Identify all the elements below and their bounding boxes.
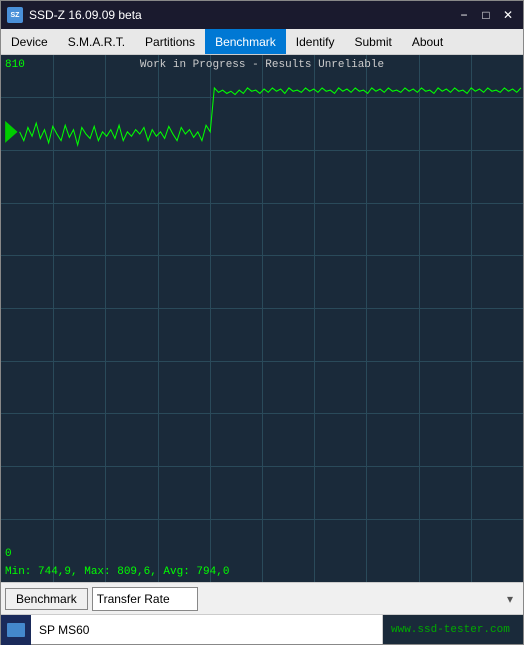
benchmark-button[interactable]: Benchmark <box>5 588 88 610</box>
menu-partitions[interactable]: Partitions <box>135 29 205 54</box>
chart-marker <box>5 121 17 143</box>
menu-device[interactable]: Device <box>1 29 58 54</box>
dropdown-wrapper: Transfer Rate 4K Random Read 4K Random W… <box>92 587 519 611</box>
app-icon: SZ <box>7 7 23 23</box>
menu-benchmark[interactable]: Benchmark <box>205 29 286 54</box>
maximize-button[interactable]: □ <box>477 6 495 24</box>
chart-svg <box>1 55 523 582</box>
chart-type-dropdown[interactable]: Transfer Rate 4K Random Read 4K Random W… <box>92 587 198 611</box>
close-button[interactable]: ✕ <box>499 6 517 24</box>
title-bar: SZ SSD-Z 16.09.09 beta − □ ✕ <box>1 1 523 29</box>
menu-identify[interactable]: Identify <box>286 29 345 54</box>
status-bar: SP MS60 www.ssd-tester.com <box>1 614 523 644</box>
minimize-button[interactable]: − <box>455 6 473 24</box>
menu-submit[interactable]: Submit <box>344 29 401 54</box>
chart-area: 810 Work in Progress - Results Unreliabl… <box>1 55 523 582</box>
menu-smart[interactable]: S.M.A.R.T. <box>58 29 135 54</box>
window-controls: − □ ✕ <box>455 6 517 24</box>
drive-name: SP MS60 <box>31 615 383 644</box>
bottom-bar: Benchmark Transfer Rate 4K Random Read 4… <box>1 582 523 614</box>
drive-icon <box>1 615 31 645</box>
main-window: SZ SSD-Z 16.09.09 beta − □ ✕ Device S.M.… <box>0 0 524 645</box>
website-label: www.ssd-tester.com <box>383 615 523 644</box>
menu-bar: Device S.M.A.R.T. Partitions Benchmark I… <box>1 29 523 55</box>
window-title: SSD-Z 16.09.09 beta <box>29 8 142 22</box>
title-bar-left: SZ SSD-Z 16.09.09 beta <box>7 7 142 23</box>
drive-icon-shape <box>7 623 25 637</box>
menu-about[interactable]: About <box>402 29 453 54</box>
